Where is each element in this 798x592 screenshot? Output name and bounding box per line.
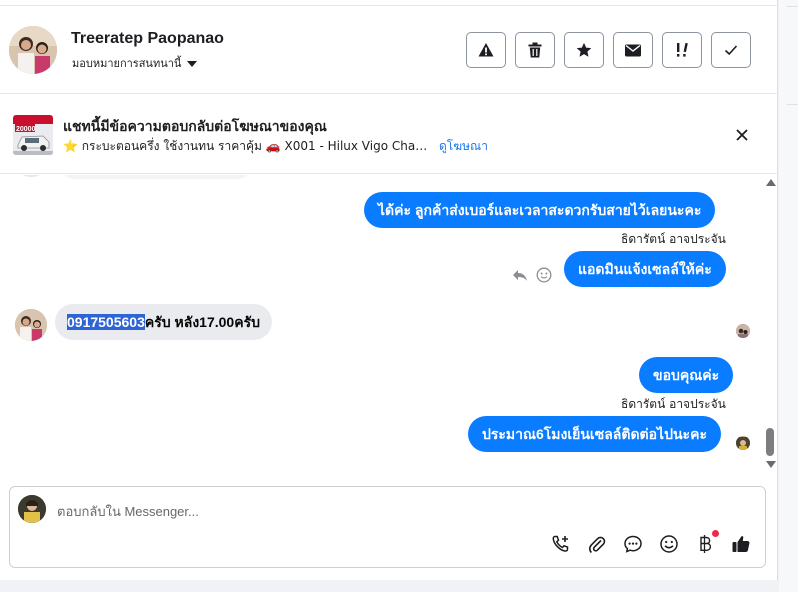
scroll-down-arrow[interactable] [766,461,776,468]
ad-banner-subtitle: ⭐ กระบะตอนครึ่ง ใช้งานทน ราคาคุ้ม 🚗 X001… [63,139,433,153]
scroll-up-arrow[interactable] [766,179,776,186]
ad-banner-subtitle-row: ⭐ กระบะตอนครึ่ง ใช้งานทน ราคาคุ้ม 🚗 X001… [63,137,488,156]
seen-avatar [736,436,750,450]
chevron-down-icon [187,60,198,67]
edge-divider [787,104,798,105]
assign-conversation-dropdown[interactable]: มอบหมายการสนทนานี้ [72,54,198,72]
warning-icon [478,43,494,57]
reply-input[interactable] [57,502,657,520]
ad-banner-title: แชทนี้มีข้อความตอบกลับต่อโฆษณาของคุณ [63,118,327,134]
mark-unread-button[interactable] [613,32,653,68]
message-bubble-outgoing[interactable]: แอดมินแจ้งเซลล์ให้ค่ะ [564,251,726,287]
notification-dot [712,530,719,537]
ad-thumbnail[interactable]: 20000 [13,115,53,155]
composer-toolbar [550,530,752,555]
message-bubble-outgoing[interactable]: ขอบคุณค่ะ [639,357,734,393]
ad-thumb-price: 20000 [16,126,36,133]
like-button[interactable] [730,533,752,555]
contact-name[interactable]: Treeratep Paopanao [71,30,224,48]
partial-message-bubble [60,175,252,179]
close-banner-button[interactable] [733,126,751,144]
ad-reply-banner: 20000 แชทนี้มีข้อความตอบกลับต่อโฆษณาของค… [0,95,778,174]
call-button[interactable] [550,533,572,555]
contact-avatar[interactable] [9,26,57,74]
message-bubble-outgoing[interactable]: ได้ค่ะ ลูกค้าส่งเบอร์และเวลาสะดวกรับสายไ… [364,192,716,228]
page-avatar [18,495,46,523]
envelope-icon [625,44,641,56]
emoji-button[interactable] [658,533,680,555]
baht-payment-icon [700,535,712,553]
partial-avatar [18,175,44,177]
mark-spam-button[interactable] [466,32,506,68]
message-sender-label: ธิดารัตน์ อาจประจัน [621,232,726,246]
mark-done-button[interactable] [711,32,751,68]
delete-button[interactable] [515,32,555,68]
reply-icon[interactable] [512,268,528,282]
message-list: ได้ค่ะ ลูกค้าส่งเบอร์และเวลาสะดวกรับสายไ… [0,175,762,478]
message-text: ครับ หลัง17.00ครับ [144,314,260,330]
saved-replies-button[interactable] [622,533,644,555]
conversation-header: Treeratep Paopanao มอบหมายการสนทนานี้ [0,6,778,94]
assign-label: มอบหมายการสนทนานี้ [72,57,182,70]
payment-button[interactable] [694,530,719,555]
contact-avatar-small[interactable] [15,309,47,341]
header-actions [466,32,751,68]
thumbs-up-icon [732,536,750,552]
conversation-panel: Treeratep Paopanao มอบหมายการสนทนานี้ 20… [0,0,778,580]
react-emoji-icon[interactable] [536,267,552,283]
attach-button[interactable] [586,533,608,555]
follow-up-icon [677,42,688,57]
emoji-icon [660,535,678,553]
trash-icon [528,42,542,58]
attachment-icon [588,536,606,554]
chat-scrollbar[interactable] [762,175,778,478]
message-actions [512,267,552,283]
selected-phone-number[interactable]: 0917505603 [67,314,145,330]
message-bubble-outgoing[interactable]: ประมาณ6โมงเย็นเซลล์ติดต่อไปนะคะ [468,416,721,452]
close-icon [736,129,748,141]
adjacent-panel-edge [779,0,798,592]
scrollbar-thumb[interactable] [766,428,774,456]
edge-divider [787,6,798,7]
message-composer [9,486,766,568]
message-sender-label: ธิดารัตน์ อาจประจัน [621,397,726,411]
follow-up-button[interactable] [662,32,702,68]
view-ad-link[interactable]: ดูโฆษณา [439,137,488,156]
message-bubble-incoming[interactable]: 0917505603ครับ หลัง17.00ครับ [55,304,272,340]
check-icon [724,45,738,56]
star-icon [576,42,592,57]
star-button[interactable] [564,32,604,68]
saved-reply-icon [624,535,642,553]
read-receipt-avatar [736,324,750,338]
call-add-icon [552,535,569,552]
